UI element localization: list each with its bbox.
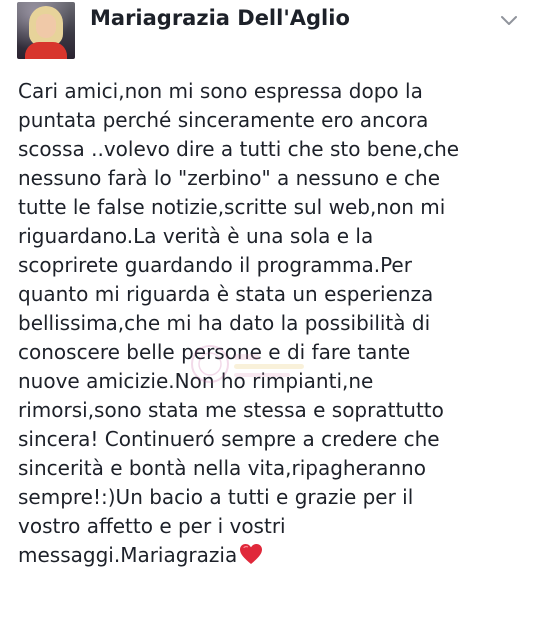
facebook-post: Mariagrazia Dell'Aglio Cari amici,non mi… — [0, 0, 539, 642]
avatar-face — [36, 14, 56, 38]
post-body-line: Cari amici,non mi sono espressa dopo la — [18, 79, 423, 103]
red-heart-icon — [240, 544, 263, 564]
avatar-dress — [25, 42, 67, 59]
chevron-down-icon[interactable] — [500, 14, 518, 28]
post-body-line: riguardano.La verità è una sola e la — [18, 224, 374, 248]
post-header: Mariagrazia Dell'Aglio — [0, 0, 539, 62]
post-body-line: nessuno farà lo "zerbino" a nessuno e ch… — [18, 166, 441, 190]
post-body-line: puntata perché sinceramente ero ancora — [18, 108, 429, 132]
post-body-line: rimorsi,sono stata me stessa e soprattut… — [18, 398, 444, 422]
post-body: Cari amici,non mi sono espressa dopo la … — [18, 77, 530, 570]
author-name[interactable]: Mariagrazia Dell'Aglio — [90, 6, 350, 30]
author-avatar[interactable] — [17, 2, 75, 59]
post-body-line: vostro affetto e per i vostri — [18, 514, 286, 538]
post-body-line: sincera! Continueró sempre a credere che — [18, 427, 440, 451]
post-body-line: bellissima,che mi ha dato la possibilità… — [18, 311, 431, 335]
post-body-line: tutte le false notizie,scritte sul web,n… — [18, 195, 446, 219]
watermark-logo — [191, 345, 304, 383]
post-body-line: sempre!:)Un bacio a tutti e grazie per i… — [18, 485, 414, 509]
post-body-line: messaggi.Mariagrazia — [18, 543, 238, 567]
post-body-line: scoprirete guardando il programma.Per — [18, 253, 412, 277]
post-body-line: quanto mi riguarda è stata un esperienza — [18, 282, 434, 306]
post-body-line: sincerità e bontà nella vita,ripagherann… — [18, 456, 426, 480]
post-body-line: scossa ..volevo dire a tutti che sto ben… — [18, 137, 460, 161]
